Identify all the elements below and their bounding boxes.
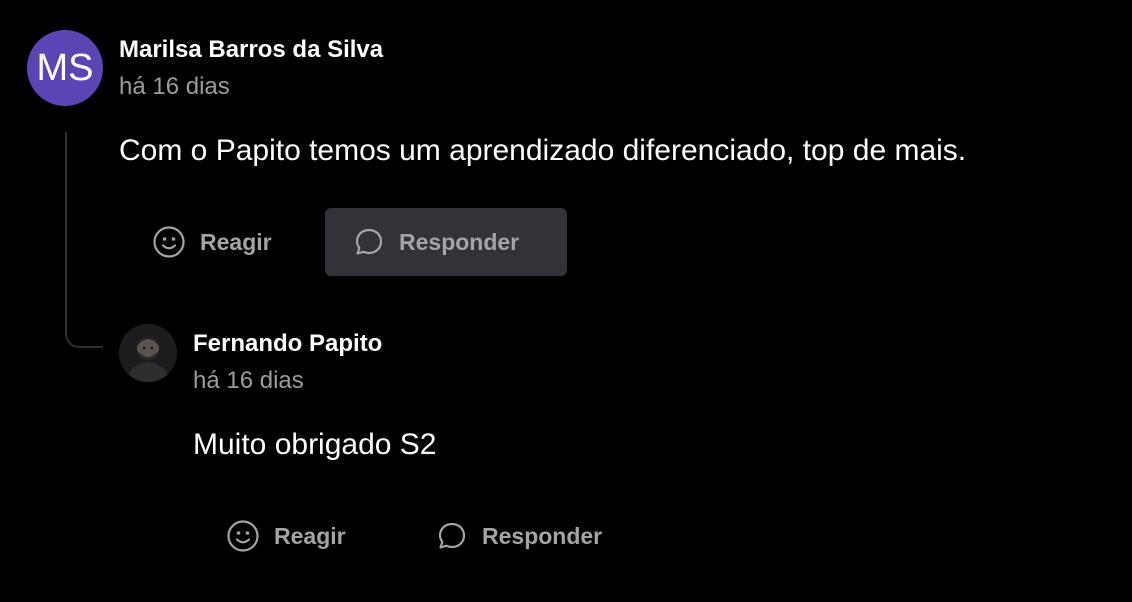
react-button[interactable]: Reagir	[124, 208, 300, 276]
avatar-initials: MS	[36, 46, 94, 89]
reply-text: Muito obrigado S2	[193, 428, 437, 461]
chat-bubble-icon	[355, 228, 383, 255]
thread-connector-line	[65, 132, 67, 316]
avatar[interactable]: MS	[27, 30, 103, 106]
chat-bubble-icon	[438, 522, 466, 549]
reply-reply-label: Responder	[482, 522, 603, 549]
smiley-icon	[227, 520, 259, 552]
reply-button[interactable]: Responder	[325, 208, 567, 276]
reply-react-label: Reagir	[274, 522, 346, 549]
user-photo	[119, 324, 177, 382]
react-button-label: Reagir	[200, 228, 272, 255]
comment-timestamp: há 16 dias	[119, 73, 230, 100]
comment-text: Com o Papito temos um aprendizado difere…	[119, 134, 967, 167]
reply-timestamp: há 16 dias	[193, 367, 304, 394]
reply-react-button[interactable]: Reagir	[198, 502, 374, 570]
reply-button-label: Responder	[399, 228, 520, 255]
smiley-icon	[153, 226, 185, 258]
comment-author[interactable]: Marilsa Barros da Silva	[119, 36, 383, 64]
avatar[interactable]	[119, 324, 177, 382]
thread-connector-curve	[65, 300, 103, 348]
reply-author[interactable]: Fernando Papito	[193, 330, 382, 358]
reply-reply-button[interactable]: Responder	[408, 502, 630, 570]
